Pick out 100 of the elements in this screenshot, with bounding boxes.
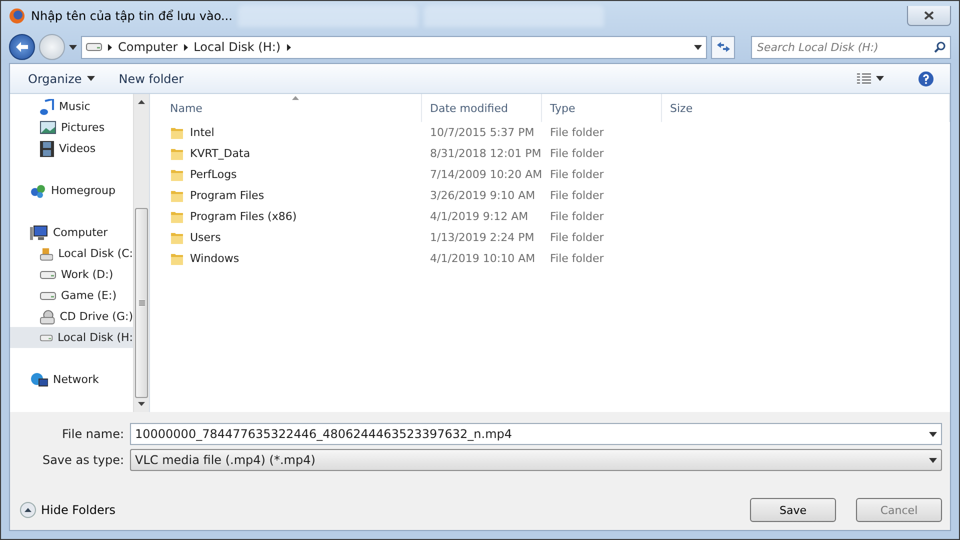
organize-button[interactable]: Organize — [20, 70, 103, 88]
chevron-icon — [286, 44, 291, 50]
help-icon[interactable] — [918, 70, 934, 86]
sidebar-label: Network — [53, 373, 99, 386]
music-note-icon — [40, 98, 54, 114]
chevron-icon — [184, 44, 188, 50]
sidebar-item[interactable]: Homegroup — [10, 180, 133, 201]
sidebar-label: Work (D:) — [61, 268, 114, 281]
address-bar[interactable]: Computer Local Disk (H:) — [81, 36, 707, 58]
sidebar-item[interactable]: CD Drive (G:) — [10, 306, 133, 327]
sidebar-item[interactable]: Game (E:) — [10, 285, 133, 306]
drive-icon — [40, 270, 56, 278]
sidebar-label: Music — [59, 100, 90, 113]
caret-icon — [876, 76, 884, 81]
caret-icon — [929, 432, 937, 436]
homegroup-icon — [30, 182, 46, 198]
file-name-cell[interactable]: Program Files — [162, 188, 422, 202]
cd-drive-icon — [40, 308, 55, 324]
file-name-cell[interactable]: Users — [162, 230, 422, 244]
collapse-icon — [20, 502, 36, 518]
type-cell-text: File folder — [549, 189, 604, 202]
sidebar-label: Local Disk (C: — [58, 247, 133, 260]
file-name-field[interactable]: 10000000_784477635322446_4806244463523397632_n.mp4 — [130, 423, 942, 445]
scroll-thumb[interactable] — [135, 208, 148, 398]
new-folder-button[interactable]: New folder — [110, 70, 192, 88]
date-cell-text: 7/14/2009 10:20 AM — [429, 168, 542, 181]
drive-icon — [40, 334, 53, 342]
sidebar-item[interactable]: Pictures — [10, 117, 133, 138]
breadcrumb[interactable]: Computer — [118, 40, 178, 54]
caret-icon — [929, 458, 937, 462]
refresh-icon — [716, 42, 730, 52]
cancel-button[interactable]: Cancel — [856, 498, 942, 522]
folder-icon — [170, 126, 184, 140]
scroll-up-icon — [138, 100, 145, 104]
scroll-down-icon — [138, 402, 145, 406]
save-button[interactable]: Save — [750, 498, 836, 522]
caret-icon — [86, 76, 95, 81]
date-cell-text: 4/1/2019 10:10 AM — [429, 252, 536, 265]
sidebar-item[interactable]: Network — [10, 369, 133, 390]
file-name-cell[interactable]: PerfLogs — [162, 168, 422, 182]
sidebar-scrollbar[interactable] — [133, 94, 149, 412]
date-cell-text: 3/26/2019 9:10 AM — [429, 189, 536, 202]
sidebar-label: Computer — [53, 226, 108, 239]
back-button[interactable] — [9, 34, 35, 60]
file-name-label: File name: — [61, 427, 125, 441]
folder-icon — [170, 168, 184, 182]
type-cell-text: File folder — [549, 252, 604, 265]
sidebar-item[interactable]: Music — [10, 96, 133, 117]
picture-icon — [40, 121, 56, 134]
date-cell-text: 4/1/2019 9:12 AM — [429, 210, 528, 223]
sidebar-item[interactable]: Work (D:) — [10, 264, 133, 285]
folder-icon — [170, 188, 184, 202]
window-title: Nhập tên của tập tin để lưu vào... — [31, 9, 232, 23]
file-name-cell[interactable]: Program Files (x86) — [162, 210, 422, 224]
history-caret-icon — [69, 44, 77, 50]
sidebar-label: Local Disk (H: — [58, 331, 133, 344]
folder-icon — [170, 210, 184, 224]
drive-icon — [86, 43, 102, 51]
sidebar-item[interactable]: Videos — [10, 138, 133, 159]
column-header[interactable]: Size — [662, 94, 950, 122]
sidebar-label: Videos — [59, 142, 96, 155]
sort-arrow-icon — [292, 96, 299, 100]
folder-icon — [170, 252, 184, 266]
chevron-icon — [108, 44, 112, 50]
save-type-dropdown[interactable]: VLC media file (.mp4) (*.mp4) — [130, 449, 942, 471]
browser-logo-icon — [9, 8, 25, 24]
sidebar-label: Pictures — [61, 121, 105, 134]
date-cell-text: 1/13/2019 2:24 PM — [429, 231, 534, 244]
file-name-cell[interactable]: Intel — [162, 126, 422, 140]
network-icon — [30, 372, 48, 388]
type-cell-text: File folder — [549, 210, 604, 223]
type-cell-text: File folder — [549, 231, 604, 244]
address-caret-icon — [694, 44, 702, 50]
type-cell-text: File folder — [549, 168, 604, 181]
column-header[interactable]: Date modified — [422, 94, 542, 122]
grip-icon — [138, 300, 144, 306]
date-cell-text: 10/7/2015 5:37 PM — [429, 126, 534, 139]
sidebar-item[interactable]: Local Disk (C: — [10, 243, 133, 264]
file-name-cell[interactable]: KVRT_Data — [162, 146, 422, 160]
save-type-label: Save as type: — [41, 453, 125, 467]
close-icon — [924, 11, 934, 20]
sidebar-item[interactable]: Computer — [10, 222, 133, 243]
drive-icon — [40, 292, 56, 300]
sidebar-label: CD Drive (G:) — [60, 310, 133, 323]
system-drive-icon — [40, 246, 54, 262]
back-arrow-icon — [16, 42, 28, 52]
file-name-cell[interactable]: Windows — [162, 252, 422, 266]
type-cell-text: File folder — [549, 147, 604, 160]
folder-icon — [170, 146, 184, 160]
hide-folders-button[interactable]: Hide Folders — [20, 502, 116, 518]
sidebar-item[interactable]: Local Disk (H: — [10, 327, 133, 348]
film-icon — [40, 140, 54, 156]
refresh-button[interactable] — [711, 36, 735, 58]
breadcrumb[interactable]: Local Disk (H:) — [194, 40, 281, 54]
column-header[interactable]: Type — [542, 94, 662, 122]
details-view-icon — [857, 72, 871, 84]
sidebar-label: Game (E:) — [61, 289, 116, 302]
close-button[interactable] — [907, 6, 951, 26]
search-field[interactable]: Search Local Disk (H:) — [751, 36, 951, 58]
search-icon — [934, 40, 946, 52]
